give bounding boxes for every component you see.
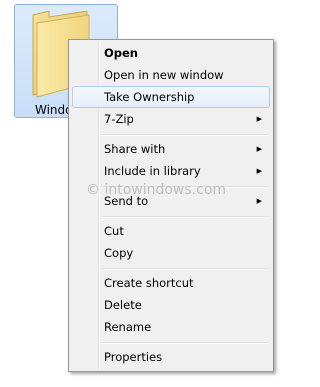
menu-item-label: Create shortcut — [104, 276, 194, 290]
menu-item-properties[interactable]: Properties — [72, 346, 270, 368]
menu-separator — [101, 134, 269, 136]
menu-separator — [101, 342, 269, 344]
menu-item-label: 7-Zip — [104, 112, 134, 126]
menu-item-label: Copy — [104, 246, 134, 260]
menu-item-open[interactable]: Open — [72, 42, 270, 64]
menu-item-copy[interactable]: Copy — [72, 242, 270, 264]
submenu-arrow-icon: ▶ — [256, 197, 262, 205]
menu-item-label: Share with — [104, 142, 166, 156]
submenu-arrow-icon: ▶ — [256, 115, 262, 123]
menu-item-label: Take Ownership — [104, 90, 195, 104]
menu-item-label: Include in library — [104, 164, 201, 178]
submenu-arrow-icon: ▶ — [256, 145, 262, 153]
menu-item-7-zip[interactable]: 7-Zip ▶ — [72, 108, 270, 130]
context-menu: Open Open in new window Take Ownership 7… — [68, 39, 274, 372]
menu-item-label: Open in new window — [104, 68, 224, 82]
menu-separator — [101, 216, 269, 218]
menu-item-delete[interactable]: Delete — [72, 294, 270, 316]
menu-item-take-ownership[interactable]: Take Ownership — [72, 86, 270, 108]
menu-item-send-to[interactable]: Send to ▶ — [72, 190, 270, 212]
menu-item-share-with[interactable]: Share with ▶ — [72, 138, 270, 160]
menu-item-label: Properties — [104, 350, 163, 364]
menu-item-create-shortcut[interactable]: Create shortcut — [72, 272, 270, 294]
menu-item-include-in-library[interactable]: Include in library ▶ — [72, 160, 270, 182]
submenu-arrow-icon: ▶ — [256, 167, 262, 175]
menu-item-open-in-new-window[interactable]: Open in new window — [72, 64, 270, 86]
menu-item-label: Send to — [104, 194, 149, 208]
menu-item-label: Rename — [104, 320, 152, 334]
folder-label: Windo — [35, 103, 73, 117]
menu-item-cut[interactable]: Cut — [72, 220, 270, 242]
desktop: Windo Open Open in new window Take Owner… — [0, 0, 315, 387]
menu-separator — [101, 186, 269, 188]
menu-item-label: Open — [104, 46, 138, 60]
menu-item-label: Cut — [104, 224, 124, 238]
menu-separator — [101, 268, 269, 270]
menu-item-rename[interactable]: Rename — [72, 316, 270, 338]
menu-item-label: Delete — [104, 298, 142, 312]
